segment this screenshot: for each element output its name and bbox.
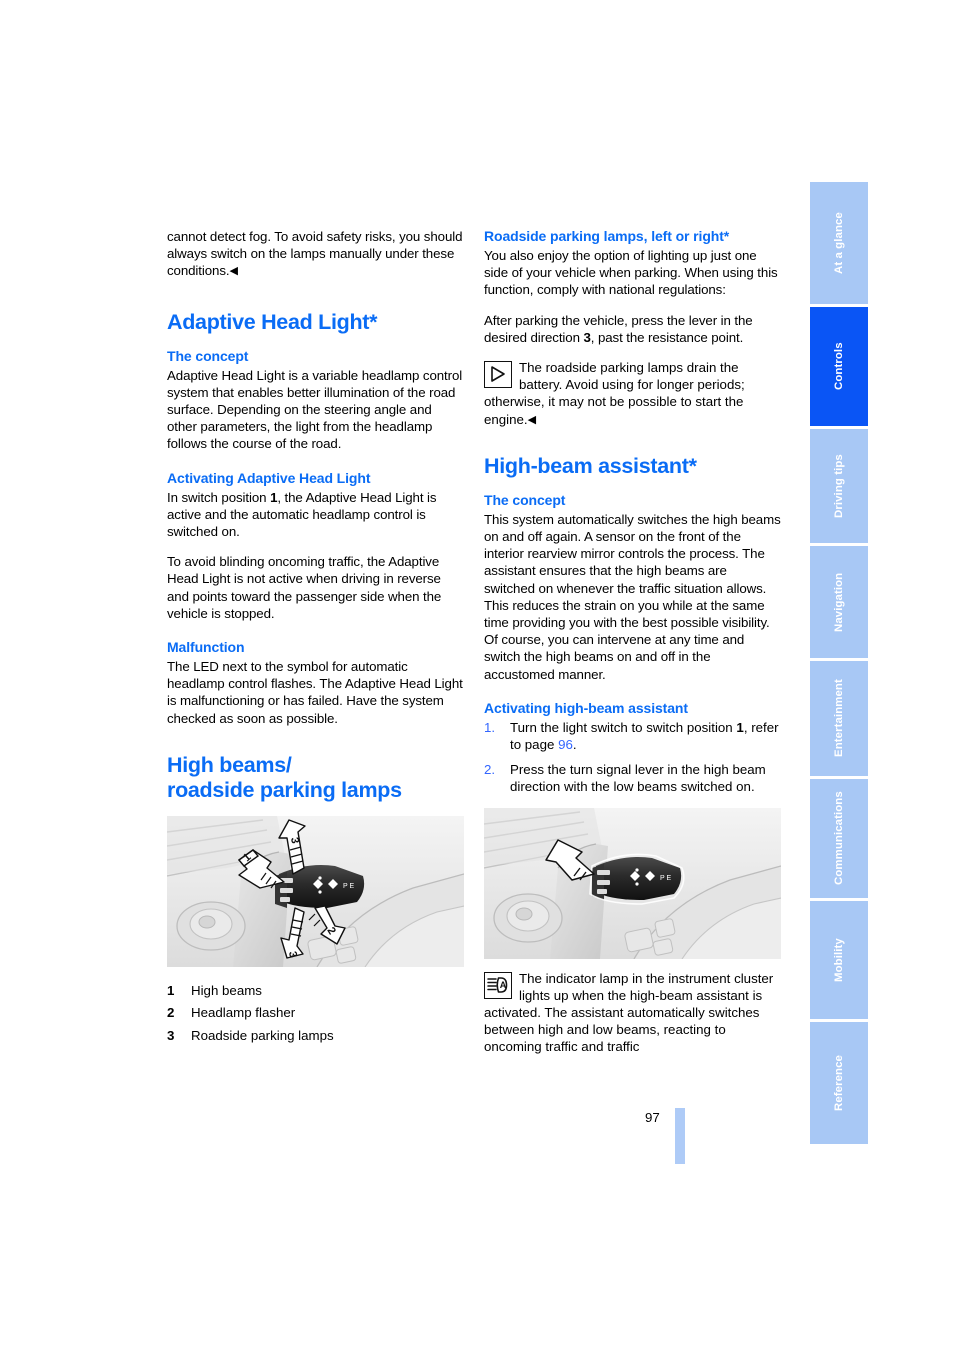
note-indicator-lamp: A The indicator lamp in the instrument c… <box>484 970 781 1056</box>
note-text: The roadside parking lamps drain the bat… <box>484 360 745 427</box>
legend-label: High beams <box>191 982 262 998</box>
figure-high-beam-assistant-lever: P E SHO-Half-MT1A-09 <box>484 807 781 959</box>
end-of-note-marker: ◀ <box>527 413 537 426</box>
adaptive-activating-paragraph-1: In switch position 1, the Adaptive Head … <box>167 489 464 541</box>
procedure-step: 2. Press the turn signal lever in the hi… <box>484 761 781 795</box>
svg-text:A: A <box>500 980 507 990</box>
svg-text:P E: P E <box>343 883 354 890</box>
tab-driving-tips[interactable]: Driving tips <box>810 429 868 546</box>
tab-label: Navigation <box>833 572 845 632</box>
adaptive-activating-paragraph-2: To avoid blinding oncoming traffic, the … <box>167 554 442 621</box>
subheading-activating-hba: Activating high-beam assistant <box>484 699 688 716</box>
continued-paragraph-text: cannot detect fog. To avoid safety risks… <box>167 229 463 279</box>
high-beam-assistant-icon: A <box>484 971 512 999</box>
triangle-note-icon <box>484 361 512 389</box>
step-text: Turn the light switch to switch position… <box>510 719 781 753</box>
lever-illustration-1: P E 1 3 3 2 <box>167 815 464 967</box>
figure-high-beams-lever: P E 1 3 3 2 <box>167 815 464 967</box>
step-number: 2. <box>484 762 496 778</box>
legend-number: 2 <box>167 1005 175 1021</box>
switch-position-number: 1 <box>736 719 744 735</box>
page-reference-link[interactable]: 96 <box>558 737 573 752</box>
tab-mobility[interactable]: Mobility <box>810 901 868 1022</box>
heading-high-beam-assistant: High-beam assistant* <box>484 453 697 478</box>
tab-label: Reference <box>833 1055 845 1111</box>
right-text-column: Roadside parking lamps, left or right* Y… <box>484 228 781 1069</box>
svg-text:P E: P E <box>660 875 671 882</box>
tab-label: Controls <box>833 342 845 391</box>
step-text-pre: Turn the light switch to switch position <box>510 719 737 735</box>
heading-adaptive-head-light: Adaptive Head Light* <box>167 309 378 334</box>
activating-text-pre: In switch position <box>167 489 271 505</box>
continued-paragraph: cannot detect fog. To avoid safety risks… <box>167 228 464 280</box>
roadside-text-post: , past the resistance point. <box>590 329 744 345</box>
tab-label: Mobility <box>833 938 845 982</box>
manual-page: cannot detect fog. To avoid safety risks… <box>0 0 954 1351</box>
page-number: 97 <box>645 1110 660 1125</box>
tab-label: Driving tips <box>833 454 845 518</box>
subheading-activating-adaptive: Activating Adaptive Head Light <box>167 469 371 486</box>
figure-legend-list: 1 High beams 2 Headlamp flasher 3 Roadside … <box>167 980 464 1048</box>
tab-entertainment[interactable]: Entertainment <box>810 661 868 779</box>
note-body: The roadside parking lamps drain the bat… <box>484 360 745 427</box>
tab-at-a-glance[interactable]: At a glance <box>810 182 868 307</box>
procedure-step: 1. Turn the light switch to switch posit… <box>484 719 781 753</box>
adaptive-concept-text: Adaptive Head Light is a variable headla… <box>167 367 463 452</box>
legend-item: 3 Roadside parking lamps <box>167 1025 464 1048</box>
hba-procedure-list: 1. Turn the light switch to switch posit… <box>484 719 781 796</box>
lever-illustration-2: P E <box>484 807 781 959</box>
legend-label: Roadside parking lamps <box>191 1027 334 1043</box>
tab-label: Entertainment <box>833 679 845 758</box>
page-number-bar <box>675 1108 685 1164</box>
note-text: The indicator lamp in the instrument clu… <box>484 970 774 1055</box>
hba-concept-text: This system automatically switches the h… <box>484 511 781 682</box>
subheading-malfunction: Malfunction <box>167 639 245 656</box>
note-roadside-battery: The roadside parking lamps drain the bat… <box>484 359 781 428</box>
tab-label: At a glance <box>833 212 845 274</box>
roadside-text-2: After parking the vehicle, press the lev… <box>484 312 781 346</box>
tab-reference[interactable]: Reference <box>810 1022 868 1144</box>
tab-label: Communications <box>833 791 845 886</box>
tab-controls[interactable]: Controls <box>810 307 868 429</box>
legend-number: 3 <box>167 1027 175 1043</box>
legend-item: 1 High beams <box>167 980 464 1003</box>
heading-line-2: roadside parking lamps <box>167 777 402 802</box>
legend-item: 2 Headlamp flasher <box>167 1002 464 1025</box>
step-text-post: . <box>572 737 577 753</box>
subheading-roadside-parking-lamps: Roadside parking lamps, left or right* <box>484 228 730 244</box>
direction-number: 3 <box>583 329 591 345</box>
step-number: 1. <box>484 719 496 735</box>
heading-high-beams-roadside: High beams/roadside parking lamps <box>167 753 464 803</box>
subheading-the-concept: The concept <box>167 347 249 364</box>
tab-communications[interactable]: Communications <box>810 779 868 901</box>
malfunction-text: The LED next to the symbol for automatic… <box>167 659 463 726</box>
subheading-hba-concept: The concept <box>484 491 566 508</box>
legend-label: Headlamp flasher <box>191 1005 296 1021</box>
step-text: Press the turn signal lever in the high … <box>510 762 766 795</box>
tab-navigation[interactable]: Navigation <box>810 546 868 661</box>
legend-number: 1 <box>167 982 175 998</box>
roadside-text-1: You also enjoy the option of lighting up… <box>484 248 778 298</box>
heading-line-1: High beams/ <box>167 752 292 777</box>
end-of-section-marker: ◀ <box>229 265 238 278</box>
left-text-column: cannot detect fog. To avoid safety risks… <box>167 228 464 1047</box>
section-tab-rail: At a glance Controls Driving tips Naviga… <box>810 182 868 1144</box>
